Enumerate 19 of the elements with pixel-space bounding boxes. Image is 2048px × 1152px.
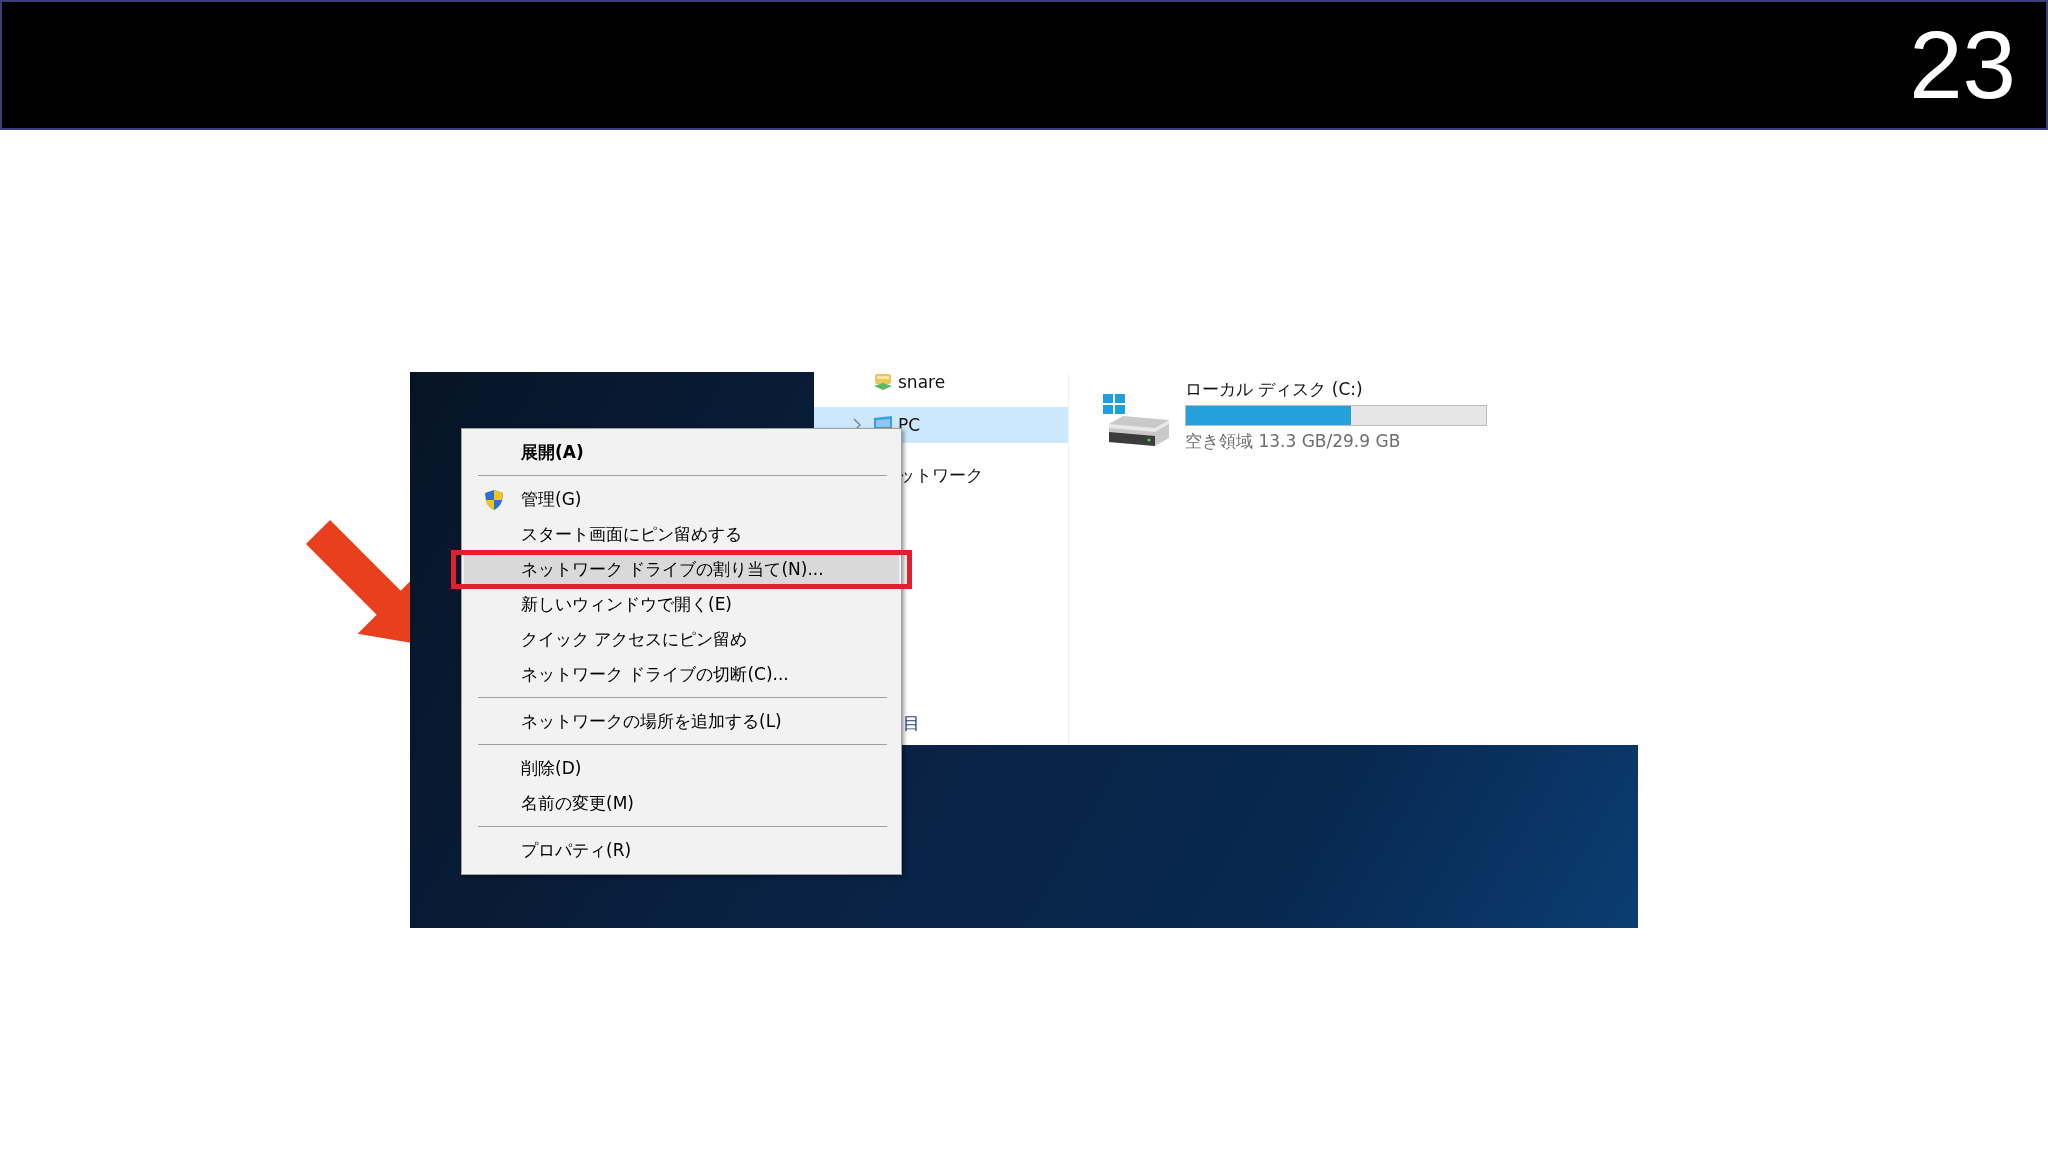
menu-item[interactable]: プロパティ(R) — [464, 836, 899, 865]
nav-item[interactable]: snare — [814, 372, 1068, 394]
page-number: 23 — [1909, 17, 2016, 113]
menu-item[interactable]: 管理(G) — [464, 485, 899, 514]
menu-item[interactable]: ネットワーク ドライブの切断(C)... — [464, 660, 899, 689]
menu-item[interactable]: ネットワーク ドライブの割り当て(N)... — [464, 555, 899, 584]
menu-item[interactable]: 削除(D) — [464, 754, 899, 783]
drive-icon — [1103, 394, 1171, 448]
free-space-text: 空き領域 13.3 GB/29.9 GB — [1185, 430, 1402, 453]
menu-item[interactable]: ネットワークの場所を追加する(L) — [464, 707, 899, 736]
share-icon — [872, 372, 894, 392]
shield-icon — [483, 488, 504, 511]
menu-item[interactable]: 新しいウィンドウで開く(E) — [464, 590, 899, 619]
status-text: 目 — [902, 712, 921, 735]
menu-item[interactable]: クイック アクセスにピン留め — [464, 625, 899, 654]
drive-name: ローカル ディスク (C:) — [1185, 378, 1364, 401]
drive-tile[interactable]: ローカル ディスク (C:) 空き領域 13.3 GB/29.9 GB — [1103, 378, 1638, 453]
menu-item[interactable]: 名前の変更(M) — [464, 789, 899, 818]
menu-item[interactable]: スタート画面にピン留めする — [464, 520, 899, 549]
